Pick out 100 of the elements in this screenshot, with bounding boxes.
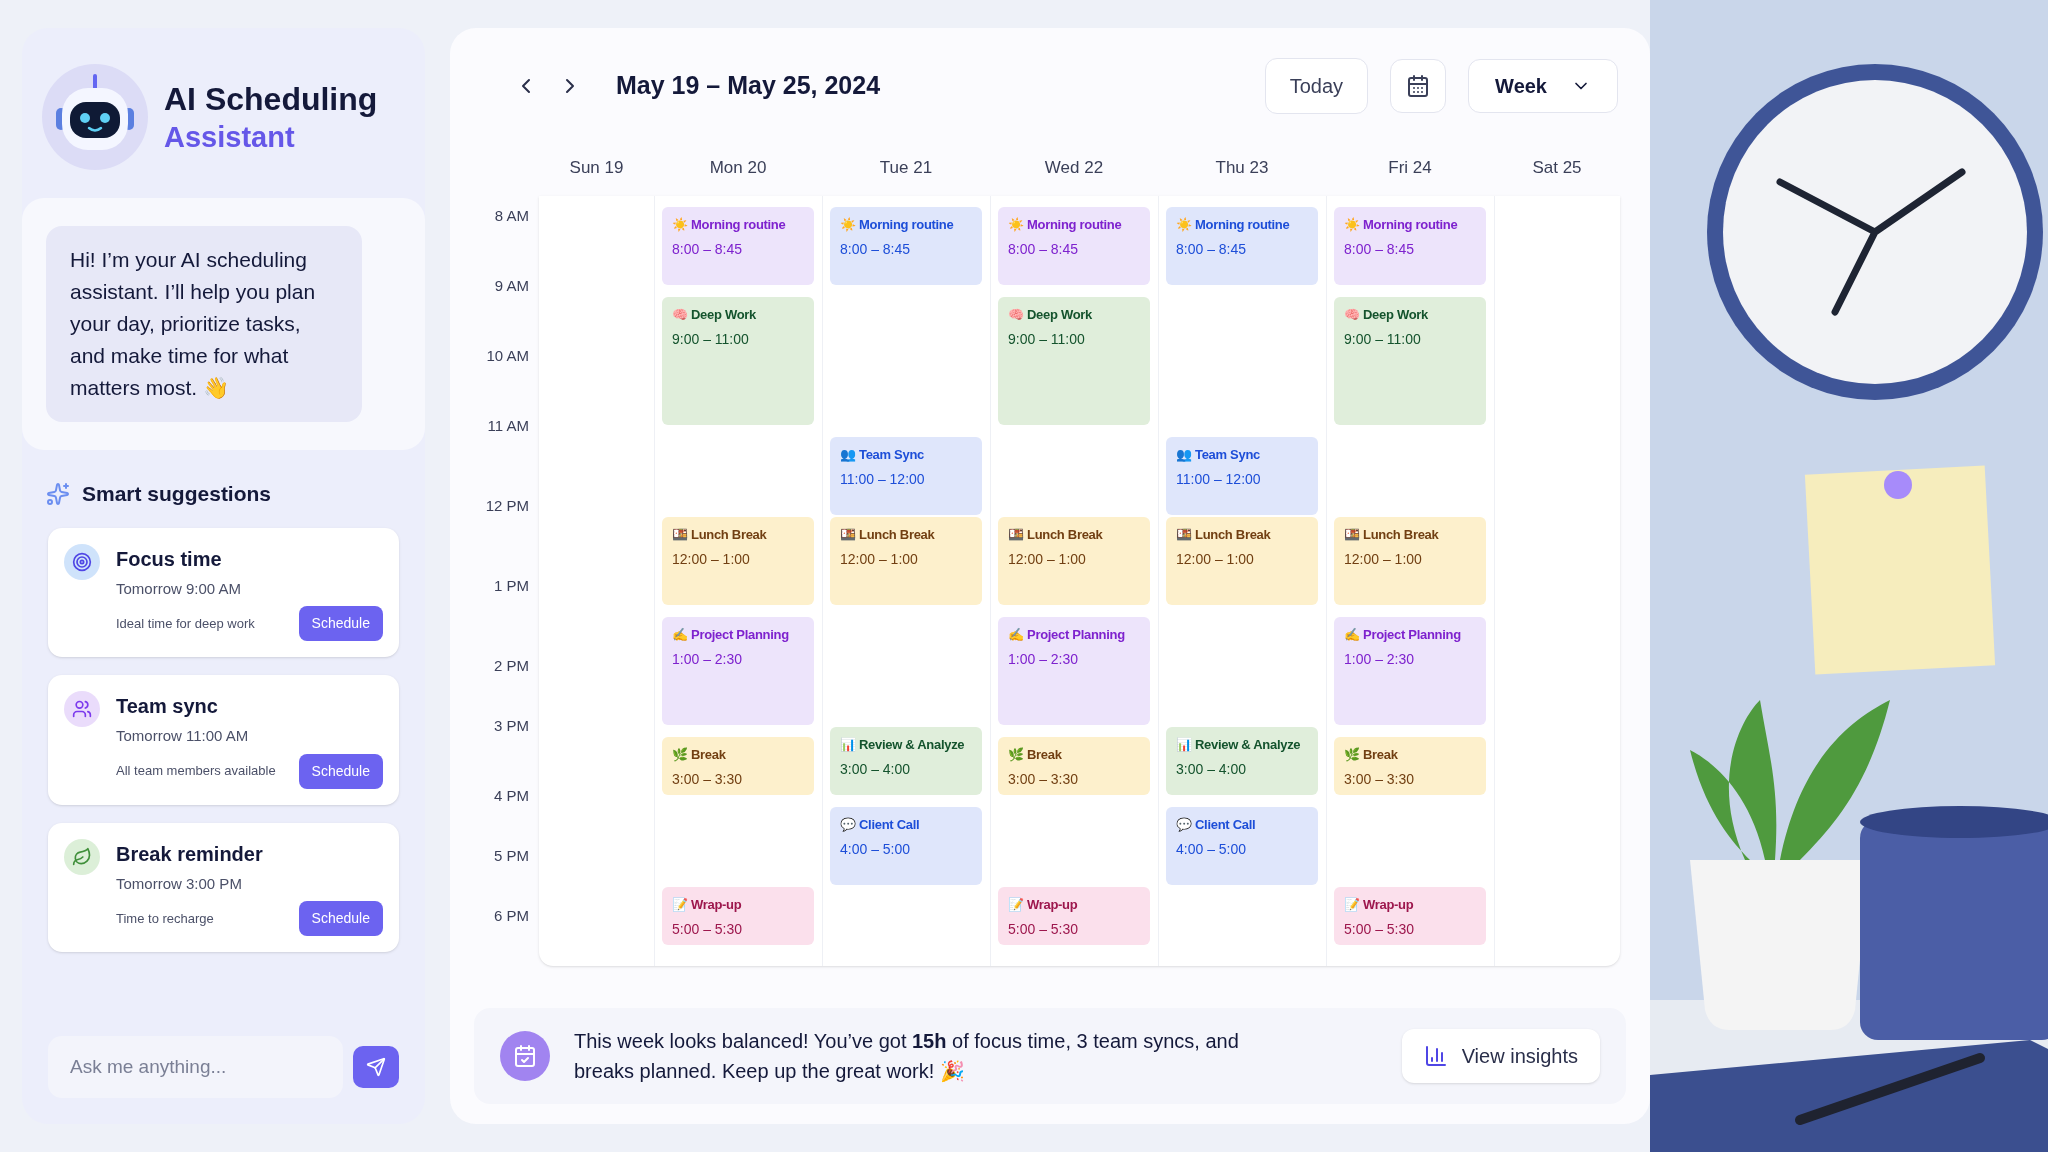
event-title: ☀ Morning routine — [1176, 216, 1291, 234]
calendar-event[interactable]: ✍ Project Planning 1:00 – 2:30 — [662, 617, 814, 725]
event-time: 8:00 – 8:45 — [1176, 239, 1248, 259]
calendar-event[interactable]: 🍱 Lunch Break 12:00 – 1:00 — [830, 517, 982, 605]
event-title: 🍱 Lunch Break — [840, 526, 936, 544]
calendar-event[interactable]: 👥 Team Sync 11:00 – 12:00 — [1166, 437, 1318, 515]
event-time: 1:00 – 2:30 — [672, 649, 744, 669]
event-time: 8:00 – 8:45 — [1008, 239, 1080, 259]
calendar-event[interactable]: 💬 Client Call 4:00 – 5:00 — [830, 807, 982, 885]
calendar-event[interactable]: ☀ Morning routine 8:00 – 8:45 — [830, 207, 982, 285]
event-title: 🍱 Lunch Break — [1344, 526, 1440, 544]
schedule-button[interactable]: Schedule — [298, 606, 383, 641]
chat-message: Hi! I’m your AI scheduling assistant. I’ll help you plan your day, prioritize tasks, and make time for what matters most. 👋 — [46, 226, 362, 422]
event-title: 🌿 Break — [672, 746, 727, 764]
calendar-event[interactable]: 💬 Client Call 4:00 – 5:00 — [1166, 807, 1318, 885]
suggestion-time: Tomorrow 3:00 PM — [116, 873, 243, 894]
send-button[interactable] — [353, 1046, 399, 1088]
schedule-button[interactable]: Schedule — [298, 753, 383, 789]
hour-label: 12 PM — [484, 496, 530, 516]
calendar-event[interactable]: 🍱 Lunch Break 12:00 – 1:00 — [1166, 517, 1318, 605]
date-range: May 19 – May 25, 2024 — [616, 70, 881, 102]
today-button[interactable]: Today — [1264, 58, 1369, 114]
day-header: Mon 20 — [708, 157, 768, 180]
target-icon — [64, 543, 100, 580]
suggestion-time: Tomorrow 11:00 AM — [116, 726, 250, 746]
event-title: 💬 Client Call — [840, 816, 921, 834]
calendar-event[interactable]: ✍ Project Planning 1:00 – 2:30 — [1334, 617, 1486, 725]
hour-label: 11 AM — [486, 416, 530, 436]
event-title: ✍ Project Planning — [1344, 626, 1462, 644]
calendar-event[interactable]: ☀ Morning routine 8:00 – 8:45 — [998, 207, 1150, 285]
event-time: 11:00 – 12:00 — [840, 469, 926, 489]
event-title: ☀ Morning routine — [840, 216, 955, 234]
hour-label: 9 AM — [493, 276, 530, 296]
suggestion-time: Tomorrow 9:00 AM — [116, 578, 243, 599]
event-title: 🌿 Break — [1008, 746, 1063, 764]
calendar-event[interactable]: 📝 Wrap-up 5:00 – 5:30 — [1334, 887, 1486, 945]
sparkle-icon — [46, 481, 70, 506]
calendar-event[interactable]: ☀ Morning routine 8:00 – 8:45 — [1334, 207, 1486, 285]
hour-label: 10 AM — [485, 346, 530, 366]
chat-input[interactable]: Ask me anything... — [48, 1036, 343, 1098]
event-time: 8:00 – 8:45 — [672, 239, 744, 259]
calendar-event[interactable]: 🍱 Lunch Break 12:00 – 1:00 — [1334, 517, 1486, 605]
calendar-event[interactable]: 🧠 Deep Work 9:00 – 11:00 — [662, 297, 814, 425]
event-title: 👥 Team Sync — [840, 446, 925, 464]
event-time: 12:00 – 1:00 — [1008, 549, 1087, 569]
calendar-event[interactable]: 📊 Review & Analyze 3:00 – 4:00 — [1166, 727, 1318, 795]
event-time: 9:00 – 11:00 — [672, 329, 750, 349]
calendar-event[interactable]: ☀ Morning routine 8:00 – 8:45 — [662, 207, 814, 285]
view-dropdown[interactable]: Week — [1468, 59, 1618, 113]
calendar-event[interactable]: 🍱 Lunch Break 12:00 – 1:00 — [998, 517, 1150, 605]
event-time: 5:00 – 5:30 — [1344, 919, 1416, 939]
calendar-event[interactable]: 🧠 Deep Work 9:00 – 11:00 — [1334, 297, 1486, 425]
calendar-event[interactable]: 📊 Review & Analyze 3:00 – 4:00 — [830, 727, 982, 795]
day-header: Tue 21 — [878, 157, 934, 180]
hour-label: 8 AM — [493, 206, 530, 226]
calendar-event[interactable]: 🌿 Break 3:00 – 3:30 — [1334, 737, 1486, 795]
suggestion-title: Team sync — [116, 694, 219, 719]
event-time: 12:00 – 1:00 — [840, 549, 919, 569]
suggestion-title: Focus time — [116, 546, 223, 572]
event-time: 4:00 – 5:00 — [1176, 839, 1248, 859]
event-time: 12:00 – 1:00 — [672, 549, 751, 569]
event-time: 5:00 – 5:30 — [1008, 919, 1080, 939]
hour-label: 5 PM — [493, 846, 530, 866]
hour-label: 6 PM — [493, 906, 530, 926]
suggestion-title: Break reminder — [116, 841, 264, 867]
event-time: 4:00 – 5:00 — [840, 839, 912, 859]
calendar-event[interactable]: 🧠 Deep Work 9:00 – 11:00 — [998, 297, 1150, 425]
event-time: 8:00 – 8:45 — [1344, 239, 1416, 259]
calendar-event[interactable]: 📝 Wrap-up 5:00 – 5:30 — [662, 887, 814, 945]
calendar-event[interactable]: ✍ Project Planning 1:00 – 2:30 — [998, 617, 1150, 725]
event-title: ☀ Morning routine — [672, 216, 787, 234]
leaf-icon — [64, 838, 100, 875]
calendar-event[interactable]: 📝 Wrap-up 5:00 – 5:30 — [998, 887, 1150, 945]
suggestion-note: All team members available — [116, 762, 276, 781]
event-time: 3:00 – 3:30 — [1008, 769, 1080, 789]
hour-label: 3 PM — [493, 716, 530, 736]
calendar-event[interactable]: 🌿 Break 3:00 – 3:30 — [662, 737, 814, 795]
event-time: 3:00 – 3:30 — [1344, 769, 1416, 789]
event-title: 📝 Wrap-up — [1344, 896, 1415, 914]
calendar-button[interactable] — [1390, 59, 1447, 113]
event-title: ☀ Morning routine — [1008, 216, 1123, 234]
calendar-event[interactable]: ☀ Morning routine 8:00 – 8:45 — [1166, 207, 1318, 285]
insights-button[interactable]: View insights — [1401, 1029, 1600, 1083]
calendar-event[interactable]: 🍱 Lunch Break 12:00 – 1:00 — [662, 517, 814, 605]
suggestion-note: Ideal time for deep work — [116, 614, 255, 633]
calendar-event[interactable]: 👥 Team Sync 11:00 – 12:00 — [830, 437, 982, 515]
hour-label: 1 PM — [493, 576, 530, 596]
send-icon — [366, 1057, 386, 1077]
day-header: Wed 22 — [1043, 157, 1105, 180]
schedule-button[interactable]: Schedule — [298, 901, 383, 936]
event-title: ✍ Project Planning — [1008, 626, 1126, 644]
event-title: 🍱 Lunch Break — [1176, 526, 1272, 544]
assistant-title: AI Scheduling — [164, 79, 378, 119]
event-title: 🌿 Break — [1344, 746, 1399, 764]
day-header: Sat 25 — [1531, 157, 1583, 180]
day-header: Sun 19 — [568, 157, 625, 180]
event-title: ☀ Morning routine — [1344, 216, 1459, 234]
event-title: 📝 Wrap-up — [1008, 896, 1079, 914]
calendar-event[interactable]: 🌿 Break 3:00 – 3:30 — [998, 737, 1150, 795]
hour-label: 4 PM — [493, 786, 530, 806]
